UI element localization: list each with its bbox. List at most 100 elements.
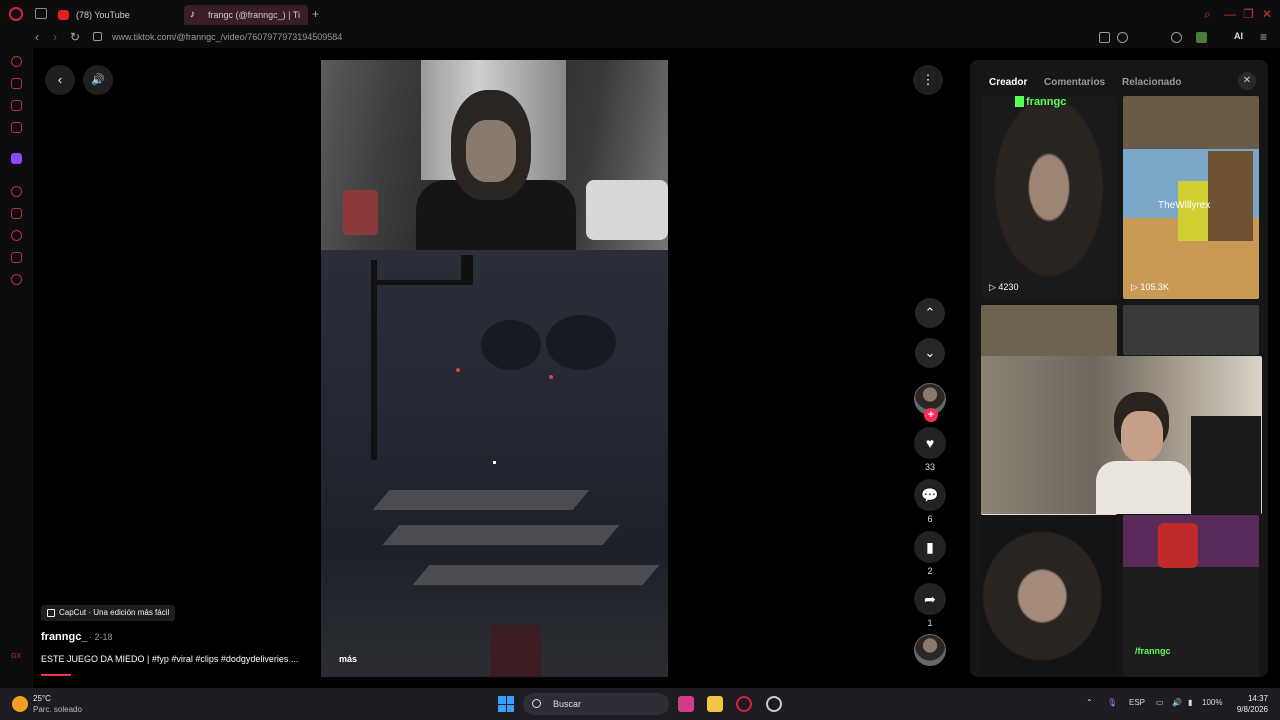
- chevron-up-icon: ⌃: [924, 305, 936, 320]
- pin-icon[interactable]: [1081, 32, 1092, 43]
- tab-comentarios[interactable]: Comentarios: [1044, 77, 1105, 88]
- app-icon[interactable]: [678, 696, 694, 712]
- clock-date: 9/8/2026: [1236, 705, 1268, 714]
- capcut-badge[interactable]: CapCut · Una edición más fácil: [41, 605, 176, 621]
- shield-icon[interactable]: [1117, 32, 1128, 43]
- ai-button[interactable]: AI: [1234, 31, 1243, 41]
- video-thumbnail[interactable]: /franngc: [1123, 515, 1259, 677]
- gameplay-section: [321, 250, 668, 677]
- more-link[interactable]: más: [339, 654, 357, 664]
- tab-youtube[interactable]: (78) YouTube: [52, 5, 177, 25]
- tab-relacionado[interactable]: Relacionado: [1122, 77, 1181, 88]
- play-icon[interactable]: [1153, 32, 1164, 43]
- video-progress-bar[interactable]: [41, 674, 71, 676]
- weather-icon[interactable]: [12, 696, 28, 712]
- search-tabs-icon[interactable]: ⌕: [1204, 7, 1211, 22]
- maximize-icon[interactable]: ❐: [1243, 7, 1254, 21]
- back-nav-icon[interactable]: ‹: [35, 30, 39, 44]
- pinboard-icon[interactable]: [11, 208, 22, 219]
- more-options-button[interactable]: ⋮: [913, 65, 943, 95]
- next-video-button[interactable]: ⌄: [915, 338, 945, 368]
- author-name[interactable]: franngc_: [41, 631, 87, 643]
- close-icon: ✕: [1242, 75, 1252, 86]
- history-icon[interactable]: [11, 230, 22, 241]
- volume-icon[interactable]: 🔊: [1172, 698, 1182, 707]
- battery-icon[interactable]: ▮: [1188, 698, 1192, 707]
- url-field[interactable]: www.tiktok.com/@franngc_/video/760797797…: [112, 32, 342, 42]
- heart-icon[interactable]: [1171, 32, 1182, 43]
- menu-icon[interactable]: ≡: [1260, 30, 1267, 44]
- kick-icon: [1015, 96, 1024, 107]
- like-count: 33: [924, 462, 935, 472]
- save-button[interactable]: ▮: [914, 531, 946, 563]
- comment-button[interactable]: 💬: [914, 479, 946, 511]
- close-window-icon[interactable]: ✕: [1262, 7, 1272, 21]
- workspaces-icon[interactable]: [35, 8, 47, 19]
- file-explorer-icon[interactable]: [707, 696, 723, 712]
- close-panel-button[interactable]: ✕: [1238, 72, 1256, 90]
- taskbar-search[interactable]: Buscar: [523, 693, 669, 715]
- webcam-section: [321, 60, 668, 260]
- extensions-icon[interactable]: [11, 252, 22, 263]
- steam-icon[interactable]: [766, 696, 782, 712]
- gx-icon[interactable]: GX: [11, 652, 22, 663]
- system-clock[interactable]: 14:37 9/8/2026: [1232, 693, 1268, 715]
- start-button[interactable]: [498, 696, 514, 712]
- chevron-up-icon[interactable]: ⌃: [1086, 698, 1093, 707]
- messenger-icon[interactable]: [11, 100, 22, 111]
- network-icon[interactable]: ▭: [1156, 698, 1164, 707]
- video-thumbnail[interactable]: [981, 515, 1117, 677]
- download-icon[interactable]: [1214, 32, 1225, 43]
- bookmark-icon: ▮: [926, 539, 934, 555]
- aria-icon[interactable]: [11, 56, 22, 67]
- share-button[interactable]: ➦: [914, 583, 946, 615]
- shopping-icon[interactable]: [11, 78, 22, 89]
- translate-icon[interactable]: [1135, 32, 1146, 43]
- forward-nav-icon[interactable]: ›: [53, 30, 57, 44]
- follow-button[interactable]: +: [924, 408, 938, 422]
- music-avatar[interactable]: [914, 634, 946, 666]
- video-thumbnail[interactable]: franngc ▷ 4230: [981, 96, 1117, 299]
- reload-icon[interactable]: ↻: [70, 30, 80, 44]
- address-bar: ‹ › ↻ www.tiktok.com/@franngc_/video/760…: [0, 28, 1280, 48]
- video-thumbnail[interactable]: [1123, 305, 1259, 355]
- lock-icon[interactable]: [93, 32, 102, 41]
- language-indicator[interactable]: ESP: [1129, 698, 1145, 707]
- opera-sidebar: GX: [0, 48, 33, 688]
- news-icon[interactable]: [11, 122, 22, 133]
- player-icon[interactable]: [11, 186, 22, 197]
- player-name: TheWillyrex: [1158, 200, 1211, 211]
- side-panel: Creador Comentarios Relacionado ✕ franng…: [970, 60, 1268, 677]
- back-icon: ‹: [57, 72, 63, 87]
- settings-icon[interactable]: [11, 274, 22, 285]
- back-button[interactable]: ‹: [45, 65, 75, 95]
- windows-taskbar: 25°C Parc. soleado Buscar ⌃ 🎙 ESP ▭ 🔊 ▮ …: [0, 688, 1280, 720]
- video-thumbnail[interactable]: TheWillyrex ▷ 105.3K: [1123, 96, 1259, 299]
- temperature: 25°C: [33, 694, 51, 703]
- tab-label: frangc (@franngc_) | Ti: [208, 10, 301, 20]
- minimize-icon[interactable]: —: [1224, 7, 1236, 21]
- twitch-icon[interactable]: [11, 153, 22, 164]
- snapshot-icon[interactable]: [1099, 32, 1110, 43]
- video-caption: ESTE JUEGO DA MIEDO | #fyp #viral #clips…: [41, 654, 299, 664]
- previous-video-button[interactable]: ⌃: [915, 298, 945, 328]
- volume-icon: 🔊: [91, 74, 105, 86]
- new-tab-button[interactable]: +: [312, 7, 319, 21]
- opera-taskbar-icon[interactable]: [736, 696, 752, 712]
- more-options-icon: ⋮: [921, 72, 935, 87]
- extension-icon[interactable]: [1196, 32, 1207, 43]
- sound-button[interactable]: 🔊: [83, 65, 113, 95]
- video-player[interactable]: [321, 60, 668, 677]
- view-count: ▷ 105.3K: [1131, 282, 1169, 292]
- microphone-icon[interactable]: 🎙: [1107, 698, 1117, 707]
- tiktok-icon: ♪: [190, 9, 195, 20]
- like-button[interactable]: ♥: [914, 427, 946, 459]
- save-count: 2: [927, 566, 933, 576]
- tab-tiktok[interactable]: ♪ frangc (@franngc_) | Ti: [184, 5, 308, 25]
- tab-creador[interactable]: Creador: [989, 77, 1027, 88]
- thumbnail-tag: /franngc: [1135, 646, 1171, 656]
- youtube-icon: [58, 10, 69, 20]
- video-thumbnail[interactable]: [981, 356, 1262, 514]
- share-count: 1: [927, 618, 933, 628]
- opera-logo-icon[interactable]: [9, 7, 23, 21]
